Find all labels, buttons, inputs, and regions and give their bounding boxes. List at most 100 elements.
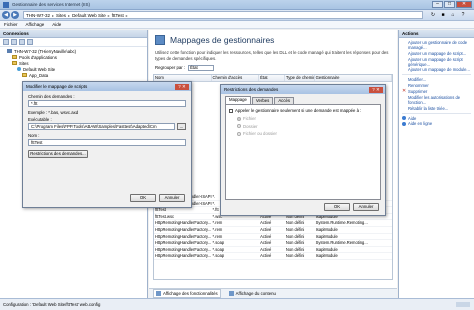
radio-file-or-folder-dot[interactable] (237, 131, 241, 136)
cell-name: fttTest.wsc (155, 213, 175, 219)
tree-node[interactable]: App_Data (2, 72, 145, 78)
action-link[interactable]: Ajouter un gestionnaire de code managé..… (402, 40, 471, 50)
tree-node-label: THN-W7-32 (THierryNaville\abc) (14, 48, 77, 54)
col-header-path[interactable]: Chemin d'accès (212, 75, 260, 81)
cell-path: *.soap (212, 246, 225, 252)
home-icon[interactable]: ⌂ (449, 12, 457, 19)
cell-state: Activé (260, 246, 272, 252)
breadcrumb-app[interactable]: fttTest (112, 13, 124, 18)
restr-ok-button[interactable]: OK (324, 203, 350, 211)
globe-icon (17, 67, 21, 71)
action-link[interactable]: Ajouter un mappage de script générique..… (402, 57, 471, 67)
tree-node-label: Default Web Site (23, 66, 56, 72)
action-label: Ajouter un mappage de script... (408, 50, 467, 56)
disconnect-icon[interactable] (27, 39, 33, 45)
action-link[interactable]: Modifier les autorisations de fonction..… (402, 95, 471, 105)
action-link[interactable]: Rétablir la liste triée... (402, 106, 471, 111)
tab-mapping[interactable]: Mappage (225, 96, 251, 104)
restr-cancel-button[interactable]: Annuler (353, 203, 379, 211)
cell-path-type: Non défini (285, 220, 305, 226)
breadcrumb[interactable]: THN-W7-32 ▸ Sites ▸ Default Web Site ▸ f… (23, 11, 423, 19)
maximize-button[interactable]: □ (444, 0, 455, 8)
request-path-example: Exemple : *.bas, wsvc.axd (28, 110, 79, 115)
tree-node-label: App_Data (29, 72, 49, 78)
tab-features-view[interactable]: Affichage des fonctionnalités (153, 289, 221, 298)
save-icon[interactable] (11, 39, 17, 45)
breadcrumb-site[interactable]: Default Web Site (72, 13, 106, 18)
close-button[interactable]: ✕ (456, 0, 472, 8)
tab-access[interactable]: Accès (274, 97, 295, 104)
groupby-select[interactable]: État (188, 64, 215, 71)
edit-cancel-button[interactable]: Annuler (159, 194, 185, 202)
radio-folder[interactable]: Dossier (237, 124, 377, 129)
table-row[interactable]: HttpRemotingHandlerFactory... *.soap Activ… (154, 247, 392, 254)
action-link[interactable]: Modifier... (402, 77, 471, 82)
handler-mappings-icon (155, 35, 165, 45)
cell-state: Activé (260, 233, 272, 239)
col-header-path-type[interactable]: Type de chemin (285, 75, 315, 81)
action-icon (402, 95, 406, 99)
action-label: Aide (408, 115, 417, 121)
breadcrumb-server[interactable]: THN-W7-32 (26, 13, 50, 18)
action-link[interactable]: Aide (402, 116, 471, 121)
action-link[interactable]: ✕ Supprimer (402, 89, 471, 94)
table-row[interactable]: HttpRemotingHandlerFactory... *.rem Activé… (154, 234, 392, 241)
cell-state: Activé (260, 226, 272, 232)
radio-file[interactable]: Fichier (237, 116, 377, 121)
request-restrictions-button[interactable]: Restrictions des demandes... (28, 150, 88, 158)
action-icon (402, 106, 406, 110)
forward-button[interactable]: ▶ (11, 11, 19, 19)
chevron-right-icon: ▸ (125, 12, 128, 18)
table-row[interactable]: HttpRemotingHandlerFactory... *.rem Activé… (154, 220, 392, 227)
request-path-input[interactable]: *.ftt (28, 100, 186, 107)
action-link[interactable]: Ajouter un mappage de module... (402, 67, 471, 72)
breadcrumb-sites[interactable]: Sites (56, 13, 66, 18)
action-link[interactable]: Ajouter un mappage de script... (402, 51, 471, 56)
menu-help[interactable]: Aide (52, 22, 61, 27)
tab-features-label: Affichage des fonctionnalités (163, 291, 218, 296)
invoke-only-if-mapped-checkbox[interactable] (229, 108, 233, 113)
stop-icon[interactable]: ■ (439, 12, 447, 19)
tab-content-view[interactable]: Affichage du contenu (227, 290, 278, 297)
action-link[interactable]: Aide en ligne (402, 121, 471, 126)
tab-content-label: Affichage du contenu (235, 291, 276, 296)
action-link[interactable]: Renommer (402, 83, 471, 88)
help-icon[interactable]: ? (459, 12, 467, 19)
restr-dialog-close-button[interactable]: ? ✕ (369, 86, 383, 93)
cell-name: HttpRemotingHandlerFactory... (155, 246, 212, 252)
cell-name: HttpRemotingHandlerFactory... (155, 220, 212, 226)
table-row[interactable]: HttpRemotingHandlerFactory... *.soap Activ… (154, 253, 392, 260)
table-row[interactable]: HttpRemotingHandlerFactory... *.soap Activ… (154, 240, 392, 247)
cell-path-type: Non défini (285, 253, 305, 259)
refresh-icon[interactable]: ↻ (429, 12, 437, 19)
action-label: Ajouter un gestionnaire de code managé..… (408, 40, 468, 50)
cell-path: *.rem (212, 226, 223, 232)
page-title: Mappages de gestionnaires (170, 35, 275, 45)
radio-file-dot[interactable] (237, 116, 241, 121)
connect-icon[interactable] (3, 39, 9, 45)
radio-folder-dot[interactable] (237, 124, 241, 128)
menu-file[interactable]: Fichier (4, 22, 18, 27)
iis-app-icon (3, 1, 9, 8)
executable-input[interactable]: C:\Program Files\FPP.Tools\ABAW\Samples\… (28, 123, 175, 130)
edit-dialog-close-button[interactable]: ? ✕ (175, 83, 189, 90)
name-input[interactable]: fttTest (28, 139, 186, 146)
action-icon (402, 84, 406, 88)
actions-separator (402, 112, 471, 114)
browse-button[interactable]: ... (177, 123, 186, 130)
action-icon (402, 41, 406, 45)
cell-name: HttpRemotingHandlerFactory... (155, 240, 212, 246)
invoke-only-if-mapped-row[interactable]: Appeler le gestionnaire seulement si une… (229, 108, 377, 113)
up-icon[interactable] (19, 39, 25, 45)
col-header-handler[interactable]: Gestionnaire (315, 75, 392, 81)
menu-view[interactable]: Affichage (26, 22, 45, 27)
action-label: Supprimer (408, 88, 428, 94)
radio-file-or-folder[interactable]: Fichier ou dossier (237, 131, 377, 136)
window-title: Gestionnaire des services Internet (IIS) (12, 2, 91, 7)
edit-ok-button[interactable]: OK (130, 194, 156, 202)
minimize-button[interactable]: – (432, 0, 443, 8)
col-header-state[interactable]: État (259, 75, 285, 81)
back-button[interactable]: ◀ (2, 11, 10, 19)
tab-verbs[interactable]: Verbes (251, 97, 274, 104)
table-row[interactable]: HttpRemotingHandlerFactory... *.rem Activé… (154, 227, 392, 234)
